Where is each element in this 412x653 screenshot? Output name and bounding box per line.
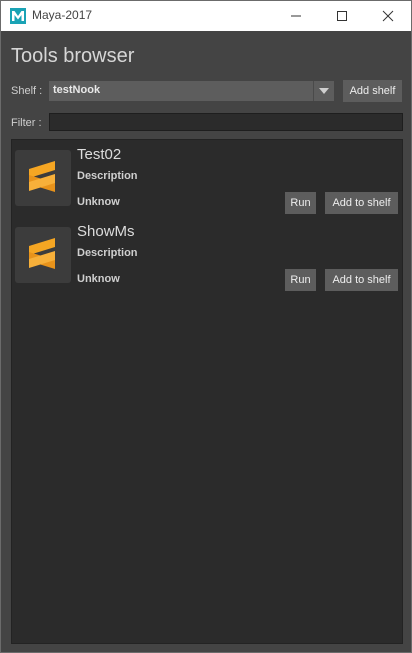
run-button[interactable]: Run [285,192,316,214]
shelf-select-value: testNook [53,84,101,96]
tool-item: ShowMs Description Unknow Run Add to she… [15,223,401,295]
tool-author: Unknow [77,196,120,208]
add-to-shelf-button[interactable]: Add to shelf [325,269,398,291]
close-button[interactable] [365,1,411,31]
tools-list: Test02 Description Unknow Run Add to she… [11,139,403,644]
tools-browser-window: Maya-2017 Tools browser Shelf : testNook… [0,0,412,653]
sublime-text-icon [15,227,71,283]
main-content: Tools browser Shelf : testNook Add shelf… [1,31,411,652]
filter-input[interactable] [49,113,403,131]
maximize-button[interactable] [319,1,365,31]
chevron-down-icon [319,88,329,94]
tool-description: Description [77,170,138,182]
sublime-text-icon [15,150,71,206]
filter-label: Filter : [11,117,42,129]
tool-name: ShowMs [77,223,135,240]
maximize-icon [337,11,347,21]
tool-name: Test02 [77,146,122,163]
close-icon [382,10,394,22]
page-title: Tools browser [11,45,135,67]
shelf-label: Shelf : [11,85,43,97]
tool-description: Description [77,247,138,259]
tool-author: Unknow [77,273,120,285]
minimize-icon [291,15,301,17]
add-to-shelf-button[interactable]: Add to shelf [325,192,398,214]
shelf-select[interactable]: testNook [49,81,334,101]
add-shelf-button[interactable]: Add shelf [343,80,402,102]
minimize-button[interactable] [273,1,319,31]
maya-icon [10,8,26,24]
title-bar: Maya-2017 [1,1,411,31]
run-button[interactable]: Run [285,269,316,291]
tool-item: Test02 Description Unknow Run Add to she… [15,146,401,218]
window-title: Maya-2017 [32,8,93,22]
shelf-dropdown-button[interactable] [313,81,334,101]
